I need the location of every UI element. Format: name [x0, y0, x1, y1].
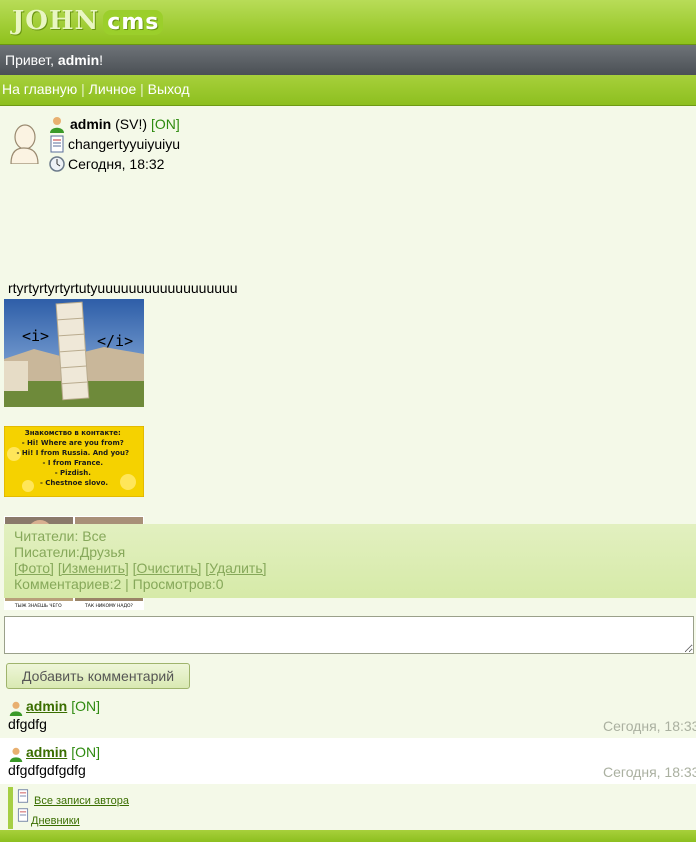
- readers-setting: Читатели: Все: [14, 528, 107, 544]
- post-author-name[interactable]: admin: [70, 116, 111, 132]
- online-status: [ON]: [71, 744, 101, 760]
- post-image-tower[interactable]: <i> </i>: [4, 299, 144, 407]
- joke-line: - I from France.: [43, 459, 103, 467]
- nav-logout-link[interactable]: Выход: [148, 81, 190, 97]
- nav-separator: |: [136, 81, 148, 97]
- joke-line: - Pizdish.: [55, 469, 91, 477]
- comic-label: ТАК НИКОМУ НАДО?: [84, 603, 134, 609]
- add-comment-button[interactable]: Добавить комментарий: [6, 663, 190, 689]
- greeting-user: admin: [57, 52, 100, 68]
- comment-author[interactable]: admin: [26, 698, 67, 714]
- post-access-panel: Читатели: Все Писатели:Друзья [Фото] [Из…: [4, 524, 696, 598]
- online-status: [ON]: [151, 116, 180, 132]
- nav-separator: |: [77, 81, 89, 97]
- post-title: changertyyuiyuiyu: [68, 136, 181, 152]
- user-icon: [8, 700, 24, 716]
- online-status: [ON]: [71, 698, 101, 714]
- document-icon: [48, 135, 66, 153]
- joke-line: - Chestnoe slovo.: [40, 479, 108, 487]
- greeting-bar: Привет, admin!: [0, 45, 696, 75]
- post-actions: [Фото] [Изменить] [Очистить] [Удалить]: [4, 560, 696, 576]
- post-image-joke[interactable]: Знакомство в контакте: - Hi! Where are y…: [3, 425, 145, 498]
- delete-link[interactable]: [Удалить]: [205, 560, 266, 576]
- comic-label: ТЫЖ ЗНАЕШЬ ЧЕГО: [14, 603, 62, 609]
- nav-home-link[interactable]: На главную: [2, 81, 77, 97]
- comment-head: admin [ON]: [8, 742, 100, 762]
- photo-link[interactable]: [Фото]: [14, 560, 54, 576]
- all-author-posts-link[interactable]: Все записи автора: [34, 795, 129, 807]
- post-stats: Комментариев:2 | Просмотров:0: [14, 576, 224, 592]
- post-author-row: admin (SV!) [ON]: [48, 114, 180, 134]
- avatar: [8, 124, 40, 165]
- logo-main: JOHN: [12, 6, 100, 36]
- document-icon: [16, 808, 30, 825]
- greeting-suffix: !: [99, 52, 104, 68]
- post-body: rtyrtyrtyrtyrtutyuuuuuuuuuuuuuuuuuu: [8, 280, 238, 296]
- greeting-prefix: Привет,: [5, 52, 58, 68]
- comment-item: admin [ON] dfgdfgdfgdfg Сегодня, 18:33: [0, 738, 696, 784]
- diaries-link[interactable]: Дневники: [31, 815, 80, 827]
- site-logo[interactable]: JOHN cms: [12, 6, 164, 36]
- image-caption-left: <i>: [22, 327, 49, 345]
- joke-line: Знакомство в контакте:: [25, 429, 121, 437]
- comment-time: Сегодня, 18:33: [603, 764, 696, 780]
- comment-text: dfgdfgdfgdfg: [8, 762, 86, 778]
- logo-sub: cms: [103, 10, 164, 35]
- post-title-row: changertyyuiyuiyu: [48, 134, 180, 154]
- comment-author[interactable]: admin: [26, 744, 67, 760]
- writers-setting: Писатели:Друзья: [14, 544, 126, 560]
- post-meta: admin (SV!) [ON] changertyyuiyuiyu Сегодн…: [48, 114, 180, 174]
- footer-links-rule: [8, 787, 13, 829]
- user-icon: [48, 115, 66, 133]
- comment-time: Сегодня, 18:33: [603, 718, 696, 734]
- clear-link[interactable]: [Очистить]: [133, 560, 202, 576]
- document-icon: [16, 789, 30, 806]
- nav-personal-link[interactable]: Личное: [89, 81, 137, 97]
- edit-link[interactable]: [Изменить]: [58, 560, 129, 576]
- comment-item: admin [ON] dfgdfg Сегодня, 18:33: [0, 692, 696, 738]
- user-icon: [8, 746, 24, 762]
- main-nav: На главную | Личное | Выход: [0, 75, 696, 106]
- post-author-role: (SV!): [115, 116, 148, 132]
- post-date-row: Сегодня, 18:32: [48, 154, 180, 174]
- image-caption-right: </i>: [97, 332, 133, 350]
- comment-head: admin [ON]: [8, 696, 100, 716]
- logo-bar: JOHN cms: [0, 0, 696, 45]
- clock-icon: [48, 155, 66, 173]
- comment-text: dfgdfg: [8, 716, 47, 732]
- footer-bar: [0, 830, 696, 842]
- joke-line: - Hi! Where are you from?: [22, 439, 124, 447]
- joke-line: - Hi! I from Russia. And you?: [17, 449, 130, 457]
- post-date: Сегодня, 18:32: [68, 156, 165, 172]
- comment-input[interactable]: [4, 616, 694, 654]
